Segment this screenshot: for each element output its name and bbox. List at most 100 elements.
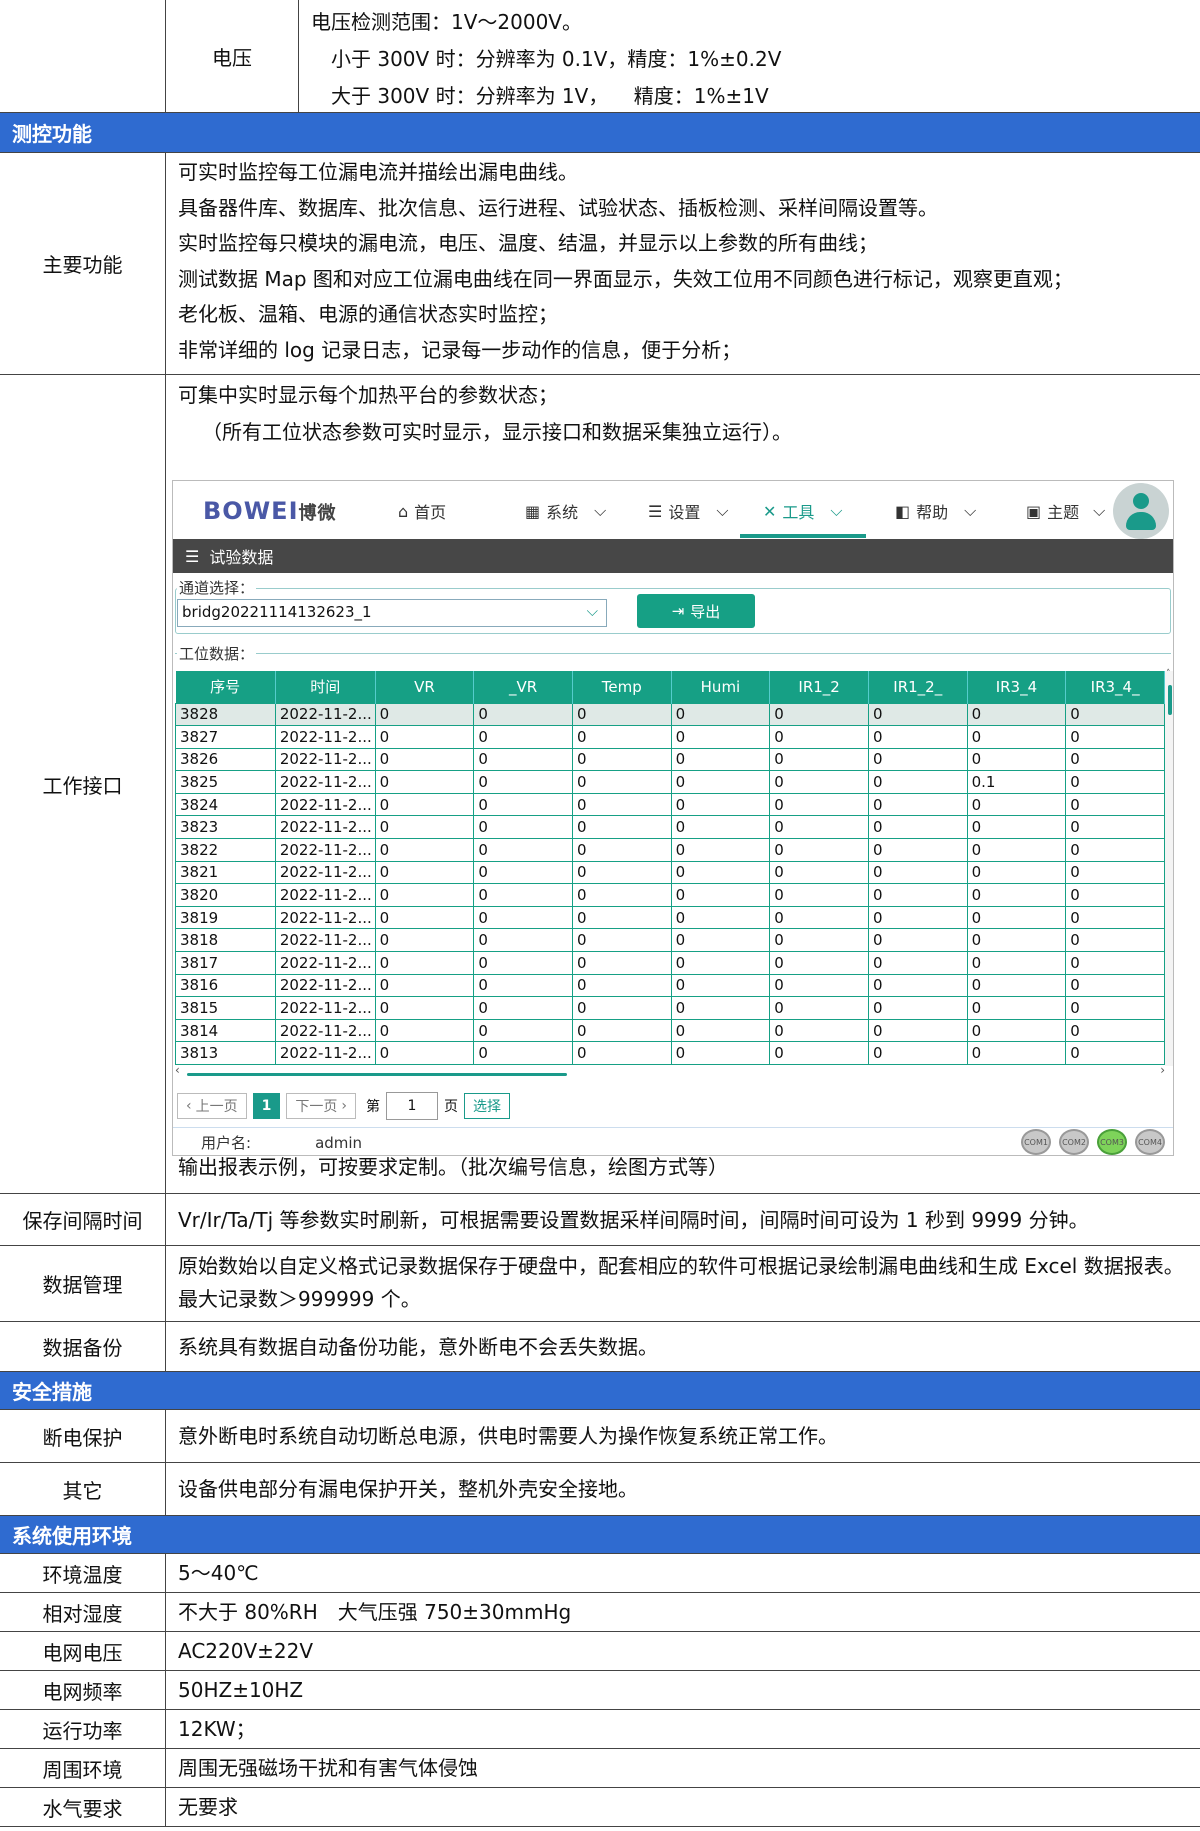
table-cell: 0 [670,725,771,749]
table-cell: 0 [374,815,475,840]
column-header[interactable]: IR3_4 [967,671,1067,703]
nav-settings[interactable]: ☰ 设置 ⌵ [648,499,729,523]
table-cell: 0 [769,973,869,998]
table-row[interactable]: 3825 2022-11-2... 0 0 0 0 0 0 0.1 0 [175,770,1165,794]
horizontal-scrollbar-thumb[interactable] [187,1073,567,1076]
nav-system[interactable]: ▦ 系统 ⌵ [525,499,606,523]
table-row[interactable]: 3816 2022-11-2... 0 0 0 0 0 0 0 0 [175,973,1165,998]
table-row[interactable]: 3826 2022-11-2... 0 0 0 0 0 0 0 0 [175,747,1165,772]
user-avatar[interactable] [1113,483,1169,539]
station-divider [175,653,1171,654]
column-header[interactable]: _VR [473,671,573,703]
table-cell: 2022-11-2... [274,747,376,772]
table-cell: 0 [374,702,475,727]
table-cell: 2022-11-2... [274,905,376,930]
table-row[interactable]: 3819 2022-11-2... 0 0 0 0 0 0 0 0 [175,905,1165,930]
environment-value: 12KW； [178,1717,256,1741]
work-interface-label: 工作接口 [0,375,166,1193]
table-row[interactable]: 3827 2022-11-2... 0 0 0 0 0 0 0 0 [175,725,1165,749]
table-cell: 0 [670,838,771,862]
table-cell: 0 [769,770,869,794]
table-cell: 3828 [175,702,276,727]
scroll-up-icon[interactable]: ˄ [1166,669,1171,679]
table-cell: 0 [374,792,475,817]
table-cell: 2022-11-2... [274,725,376,749]
table-row[interactable]: 3828 2022-11-2... 0 0 0 0 0 0 0 0 [175,702,1165,727]
other-safety-value: 设备供电部分有漏电保护开关，整机外壳安全接地。 [178,1477,638,1501]
column-header[interactable]: Humi [671,671,771,703]
table-cell: 0 [670,792,771,817]
table-cell: 2022-11-2... [274,792,376,817]
prev-page-label: 上一页 [195,1099,238,1115]
table-cell: 0 [966,973,1067,998]
table-cell: 0 [1065,792,1165,817]
column-header[interactable]: IR1_2_ [868,671,968,703]
environment-label: 相对湿度 [0,1593,166,1631]
table-row[interactable]: 3818 2022-11-2... 0 0 0 0 0 0 0 0 [175,928,1165,953]
table-cell: 0 [867,951,968,975]
other-safety-row: 其它 设备供电部分有漏电保护开关，整机外壳安全接地。 [0,1463,1200,1516]
help-icon: ◧ [895,501,911,521]
table-row[interactable]: 3813 2022-11-2... 0 0 0 0 0 0 0 0 [175,1041,1165,1065]
nav-home[interactable]: ⌂ 首页 [398,499,446,523]
column-header[interactable]: 时间 [275,671,376,703]
nav-help[interactable]: ◧ 帮助 ⌵ [895,499,976,523]
table-cell: 0 [670,905,771,930]
environment-row: 相对湿度 不大于 80%RH 大气压强 750±30mmHg [0,1593,1200,1632]
table-cell: 2022-11-2... [274,951,376,975]
table-cell: 0 [473,702,573,727]
scroll-left-icon[interactable]: ‹ [175,1063,180,1077]
table-cell: 0 [1065,770,1165,794]
home-icon: ⌂ [398,501,409,521]
next-page-button[interactable]: 下一页 › [286,1093,356,1119]
nav-label: 首页 [414,503,447,522]
main-function-row: 主要功能 可实时监控每工位漏电流并描绘出漏电曲线。 具备器件库、数据库、批次信息… [0,153,1200,375]
chevron-down-icon: ⌵ [594,501,607,520]
scroll-right-icon[interactable]: › [1160,1063,1165,1077]
table-cell: 0 [769,928,869,953]
table-row[interactable]: 3821 2022-11-2... 0 0 0 0 0 0 0 0 [175,860,1165,885]
page-prefix: 第 [365,1099,380,1115]
chevron-right-icon: › [341,1098,347,1114]
nav-theme[interactable]: ▣ 主题 ⌵ [1026,499,1105,523]
table-row[interactable]: 3824 2022-11-2... 0 0 0 0 0 0 0 0 [175,792,1165,817]
table-row[interactable]: 3817 2022-11-2... 0 0 0 0 0 0 0 0 [175,951,1165,975]
column-header[interactable]: IR3_4_ [1065,671,1165,703]
com3-indicator: COM3 [1097,1129,1127,1155]
export-button[interactable]: ⇥ 导出 [637,594,755,628]
vertical-scrollbar[interactable]: ˄ [1165,669,1173,1066]
table-cell: 0 [867,770,968,794]
table-row[interactable]: 3820 2022-11-2... 0 0 0 0 0 0 0 0 [175,883,1165,907]
environment-row: 环境温度 5～40℃ [0,1554,1200,1593]
table-cell: 3819 [175,905,276,930]
current-page-button[interactable]: 1 [252,1093,281,1119]
database-icon: ☰ [185,546,200,566]
table-cell: 0 [769,815,869,840]
table-row[interactable]: 3814 2022-11-2... 0 0 0 0 0 0 0 0 [175,1018,1165,1043]
channel-select[interactable]: bridg20221114132623_1 ⌵ [177,599,607,627]
horizontal-scrollbar[interactable]: ‹ › [175,1063,1165,1079]
go-page-button[interactable]: 选择 [463,1093,510,1119]
table-cell: 0 [571,838,672,862]
column-header[interactable]: IR1_2 [769,671,869,703]
chevron-down-icon: ⌵ [964,501,977,520]
vertical-scrollbar-thumb[interactable] [1168,685,1172,715]
table-cell: 0 [1065,928,1165,953]
table-row[interactable]: 3822 2022-11-2... 0 0 0 0 0 0 0 0 [175,838,1165,862]
column-header[interactable]: Temp [572,671,672,703]
table-row[interactable]: 3815 2022-11-2... 0 0 0 0 0 0 0 0 [175,996,1165,1020]
table-cell: 3825 [175,770,276,794]
table-cell: 0 [670,1041,771,1065]
table-cell: 2022-11-2... [274,838,376,862]
prev-page-button[interactable]: ‹ 上一页 [177,1093,247,1119]
station-legend: 工位数据： [177,643,257,664]
table-row[interactable]: 3823 2022-11-2... 0 0 0 0 0 0 0 0 [175,815,1165,840]
table-cell: 0 [473,951,573,975]
table-cell: 0 [571,883,672,907]
column-header[interactable]: VR [375,671,475,703]
table-cell: 0 [966,883,1067,907]
table-cell: 0 [571,928,672,953]
nav-tools[interactable]: ✕ 工具 ⌵ [763,499,843,523]
column-header[interactable]: 序号 [175,671,276,703]
page-number-input[interactable]: 1 [385,1092,438,1120]
